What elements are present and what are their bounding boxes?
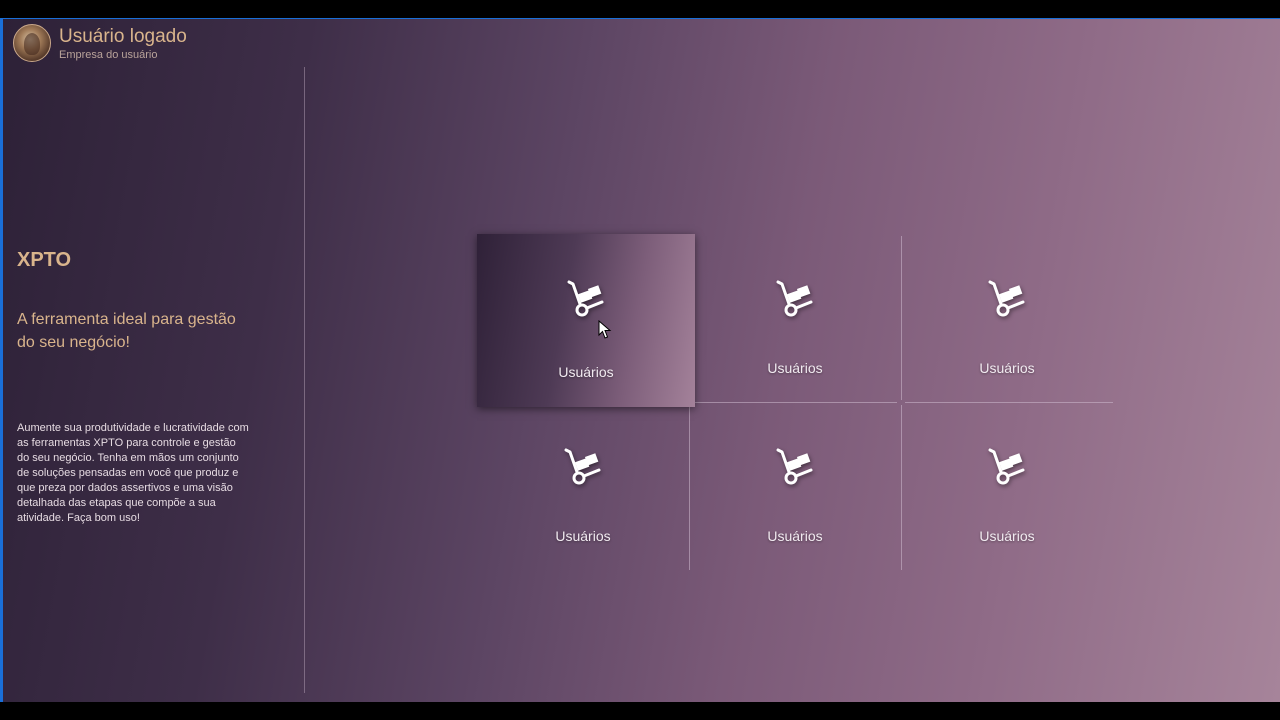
tile-usuarios-1[interactable]: Usuários	[477, 234, 695, 407]
intro-panel: XPTO A ferramenta ideal para gestão do s…	[17, 249, 257, 526]
screen-top-bar	[0, 0, 1280, 18]
tile-label: Usuários	[979, 528, 1035, 544]
tile-usuarios-6[interactable]: Usuários	[901, 402, 1113, 570]
vertical-divider	[304, 67, 305, 693]
app-description: Aumente sua produtividade e lucratividad…	[17, 422, 249, 524]
user-company: Empresa do usuário	[59, 48, 158, 61]
hand-truck-icon	[567, 280, 604, 317]
hand-truck-icon	[564, 448, 601, 485]
tile-usuarios-2[interactable]: Usuários	[689, 234, 901, 402]
tile-label: Usuários	[767, 360, 823, 376]
hand-truck-icon	[988, 448, 1025, 485]
module-grid: Usuários Usuários Usuários Usuários Usuá…	[477, 234, 1113, 571]
tile-usuarios-5[interactable]: Usuários	[689, 402, 901, 570]
tile-usuarios-4[interactable]: Usuários	[477, 402, 689, 570]
user-name: Usuário logado	[59, 25, 187, 47]
app-window: Usuário logado Empresa do usuário XPTO A…	[0, 18, 1280, 702]
hand-truck-icon	[988, 280, 1025, 317]
mouse-pointer-icon	[598, 320, 612, 339]
tile-label: Usuários	[979, 360, 1035, 376]
user-info: Usuário logado Empresa do usuário	[59, 26, 187, 61]
app-title: XPTO	[17, 249, 72, 271]
hand-truck-icon	[776, 448, 813, 485]
hand-truck-icon	[776, 280, 813, 317]
tile-label: Usuários	[558, 364, 614, 380]
app-tagline: A ferramenta ideal para gestão do seu ne…	[17, 311, 236, 351]
tile-usuarios-3[interactable]: Usuários	[901, 234, 1113, 402]
tile-label: Usuários	[555, 528, 611, 544]
user-header[interactable]: Usuário logado Empresa do usuário	[13, 24, 187, 62]
tile-label: Usuários	[767, 528, 823, 544]
user-avatar[interactable]	[13, 24, 51, 62]
screen-bottom-bar	[0, 702, 1280, 720]
